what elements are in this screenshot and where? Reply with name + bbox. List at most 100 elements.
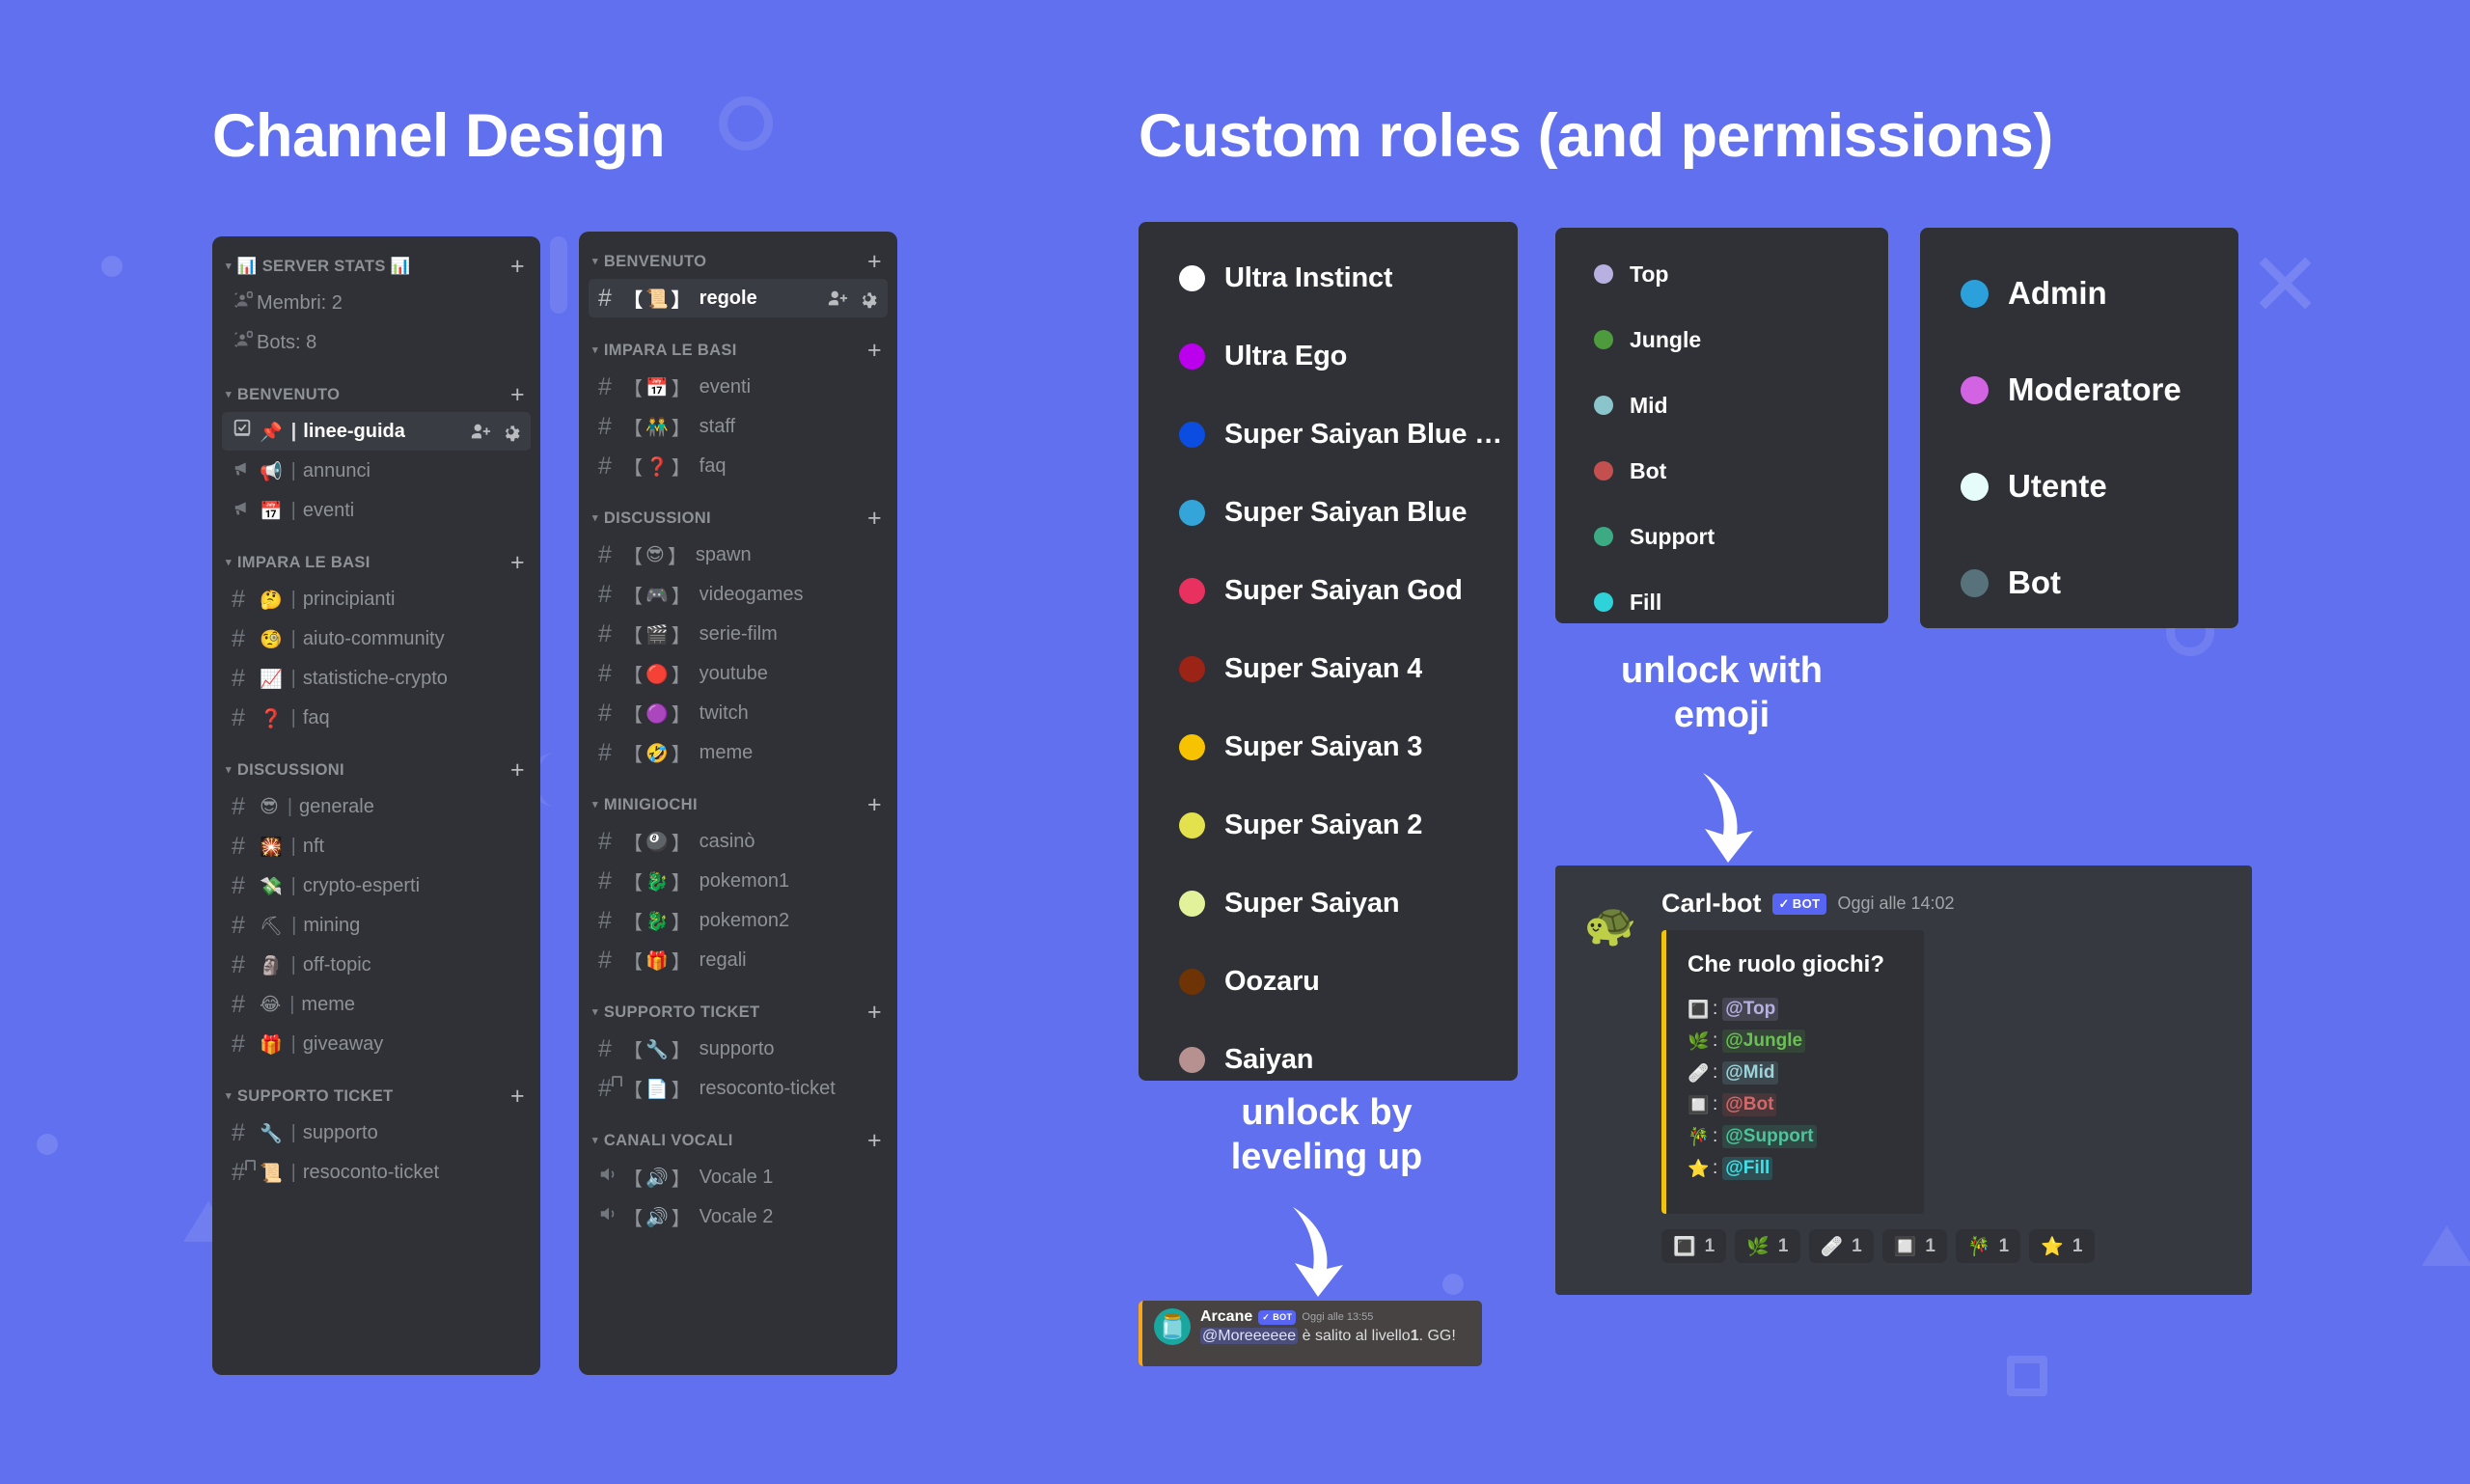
- channel-item[interactable]: # 【🎁】 regali: [589, 941, 888, 979]
- role-mention[interactable]: @Fill: [1722, 1157, 1773, 1180]
- reaction-button[interactable]: 🔲 1: [1881, 1229, 1947, 1263]
- role-item[interactable]: Moderatore: [1920, 342, 2238, 438]
- add-channel-icon[interactable]: +: [867, 506, 882, 531]
- role-item[interactable]: Ultra Ego: [1139, 317, 1518, 396]
- role-item[interactable]: Super Saiyan 4: [1139, 630, 1518, 708]
- channel-item[interactable]: # 【🤣】 meme: [589, 733, 888, 772]
- channel-item[interactable]: # ❓ | faq: [222, 699, 531, 737]
- reaction-button[interactable]: 🎋 1: [1956, 1229, 2021, 1263]
- channel-item[interactable]: # 【📄】 resoconto-ticket: [589, 1069, 888, 1108]
- reaction-button[interactable]: 🩹 1: [1808, 1229, 1874, 1263]
- role-mention[interactable]: @Top: [1722, 998, 1779, 1021]
- channel-item[interactable]: # 🔧 | supporto: [222, 1113, 531, 1152]
- chevron-down-icon[interactable]: ▾: [592, 1134, 598, 1146]
- chevron-down-icon[interactable]: ▾: [592, 1005, 598, 1018]
- channel-item[interactable]: 📅 | eventi: [222, 491, 531, 530]
- channel-item[interactable]: # 【🐉】 pokemon2: [589, 901, 888, 940]
- add-channel-icon[interactable]: +: [867, 338, 882, 363]
- channel-item[interactable]: # 🤔 | principianti: [222, 580, 531, 618]
- add-channel-icon[interactable]: +: [510, 254, 525, 279]
- channel-item[interactable]: # 【❓】 faq: [589, 447, 888, 485]
- category-header[interactable]: ▾ DISCUSSIONI +: [212, 754, 540, 786]
- category-header[interactable]: ▾ SUPPORTO TICKET +: [212, 1080, 540, 1113]
- channel-item[interactable]: # 😎 | generale: [222, 787, 531, 826]
- channel-item[interactable]: # 🧐 | aiuto-community: [222, 619, 531, 658]
- channel-item[interactable]: Bots: 8: [222, 323, 531, 362]
- channel-item[interactable]: # 【🎱】 casinò: [589, 822, 888, 861]
- role-item[interactable]: Oozaru: [1139, 943, 1518, 1021]
- channel-item[interactable]: # 【🔧】 supporto: [589, 1030, 888, 1068]
- channel-item[interactable]: # 【📅】 eventi: [589, 368, 888, 406]
- category-header[interactable]: ▾ BENVENUTO +: [212, 378, 540, 411]
- add-channel-icon[interactable]: +: [510, 382, 525, 407]
- invite-people-icon[interactable]: [470, 421, 491, 442]
- role-item[interactable]: Top: [1555, 241, 1888, 307]
- add-channel-icon[interactable]: +: [867, 1000, 882, 1025]
- category-header[interactable]: ▾ DISCUSSIONI +: [579, 502, 897, 535]
- add-channel-icon[interactable]: +: [510, 550, 525, 575]
- channel-item[interactable]: # 😂 | meme: [222, 985, 531, 1024]
- role-mention[interactable]: @Support: [1722, 1125, 1817, 1148]
- role-item[interactable]: Super Saiyan 3: [1139, 708, 1518, 786]
- role-item[interactable]: Super Saiyan Blue: [1139, 474, 1518, 552]
- chevron-down-icon[interactable]: ▾: [592, 344, 598, 356]
- role-mention[interactable]: @Mid: [1722, 1061, 1778, 1085]
- role-item[interactable]: Saiyan: [1139, 1021, 1518, 1099]
- reaction-button[interactable]: ⭐ 1: [2029, 1229, 2095, 1263]
- role-item[interactable]: Support: [1555, 504, 1888, 569]
- channel-item[interactable]: # 【📜】 regole: [589, 279, 888, 317]
- channel-item[interactable]: # 🎇 | nft: [222, 827, 531, 866]
- role-mention[interactable]: @Bot: [1722, 1093, 1777, 1116]
- gear-icon[interactable]: [501, 422, 521, 442]
- chevron-down-icon[interactable]: ▾: [592, 798, 598, 811]
- invite-people-icon[interactable]: [827, 288, 848, 309]
- chevron-down-icon[interactable]: ▾: [592, 511, 598, 524]
- add-channel-icon[interactable]: +: [867, 249, 882, 274]
- role-item[interactable]: Super Saiyan 2: [1139, 786, 1518, 865]
- reaction-button[interactable]: 🔳 1: [1661, 1229, 1727, 1263]
- add-channel-icon[interactable]: +: [867, 1128, 882, 1153]
- role-item[interactable]: Super Saiyan: [1139, 865, 1518, 943]
- channel-item[interactable]: # 【🟣】 twitch: [589, 694, 888, 732]
- channel-item[interactable]: # ⛏ | mining: [222, 906, 531, 945]
- chevron-down-icon[interactable]: ▾: [226, 388, 232, 400]
- role-item[interactable]: Mid: [1555, 372, 1888, 438]
- channel-item[interactable]: # 【😎】 spawn: [589, 536, 888, 574]
- channel-item[interactable]: # 【🐉】 pokemon1: [589, 862, 888, 900]
- gear-icon[interactable]: [858, 289, 878, 309]
- role-item[interactable]: Utente: [1920, 438, 2238, 535]
- category-header[interactable]: ▾ 📊 SERVER STATS 📊 +: [212, 250, 540, 283]
- channel-item[interactable]: # 📜 | resoconto-ticket: [222, 1153, 531, 1192]
- role-item[interactable]: Super Saiyan Blue Ev...: [1139, 396, 1518, 474]
- role-item[interactable]: Fill: [1555, 569, 1888, 635]
- category-header[interactable]: ▾ MINIGIOCHI +: [579, 788, 897, 821]
- category-header[interactable]: ▾ IMPARA LE BASI +: [212, 546, 540, 579]
- chevron-down-icon[interactable]: ▾: [226, 1089, 232, 1102]
- add-channel-icon[interactable]: +: [510, 757, 525, 783]
- channel-item[interactable]: # 【👬】 staff: [589, 407, 888, 446]
- category-header[interactable]: ▾ CANALI VOCALI +: [579, 1124, 897, 1157]
- channel-item[interactable]: # 🎁 | giveaway: [222, 1025, 531, 1063]
- channel-item[interactable]: # 【🎬】 serie-film: [589, 615, 888, 653]
- channel-item[interactable]: 【🔊】 Vocale 2: [589, 1197, 888, 1236]
- role-item[interactable]: Super Saiyan God: [1139, 552, 1518, 630]
- role-item[interactable]: Ultra Instinct: [1139, 239, 1518, 317]
- add-channel-icon[interactable]: +: [867, 792, 882, 817]
- category-header[interactable]: ▾ BENVENUTO +: [579, 245, 897, 278]
- add-channel-icon[interactable]: +: [510, 1084, 525, 1109]
- user-mention[interactable]: @Moreeeeee: [1200, 1328, 1299, 1344]
- chevron-down-icon[interactable]: ▾: [226, 556, 232, 568]
- channel-item[interactable]: # 💸 | crypto-esperti: [222, 866, 531, 905]
- channel-item[interactable]: # 【🔴】 youtube: [589, 654, 888, 693]
- channel-item[interactable]: # 📈 | statistiche-crypto: [222, 659, 531, 698]
- chevron-down-icon[interactable]: ▾: [592, 255, 598, 267]
- channel-item[interactable]: Membri: 2: [222, 284, 531, 322]
- channel-item[interactable]: # 【🎮】 videogames: [589, 575, 888, 614]
- role-item[interactable]: Jungle: [1555, 307, 1888, 372]
- chevron-down-icon[interactable]: ▾: [226, 763, 232, 776]
- role-item[interactable]: Bot: [1555, 438, 1888, 504]
- role-item[interactable]: Admin: [1920, 245, 2238, 342]
- channel-item[interactable]: 📌 | linee-guida: [222, 412, 531, 451]
- channel-item[interactable]: 【🔊】 Vocale 1: [589, 1158, 888, 1196]
- category-header[interactable]: ▾ SUPPORTO TICKET +: [579, 996, 897, 1029]
